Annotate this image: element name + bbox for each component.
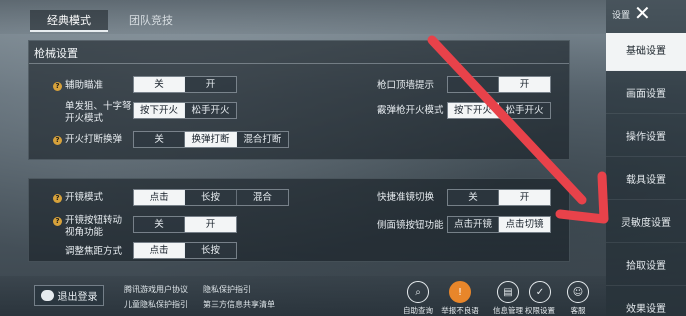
single-fire-label: 单发狙、十字弩开火模式	[65, 101, 132, 124]
info-icon[interactable]: ▤	[497, 281, 519, 303]
single-fire-press[interactable]: 按下开火	[134, 103, 186, 118]
side-scope-open[interactable]: 点击开镜	[448, 217, 500, 232]
focus-mode-tap[interactable]: 点击	[134, 243, 186, 258]
tab-classic-mode[interactable]: 经典模式	[30, 10, 108, 32]
quick-scope-toggle: 关 开	[447, 189, 551, 206]
quick-scope-label: 快捷准镜切换	[377, 192, 435, 203]
sidebar-item-sensitivity[interactable]: 灵敏度设置	[606, 205, 686, 243]
tab-team-deathmatch[interactable]: 团队竞技	[118, 10, 184, 32]
child-privacy-link[interactable]: 儿童隐私保护指引	[124, 299, 188, 310]
section-divider	[29, 63, 569, 64]
scope-mode-toggle: 点击 长按 混合	[133, 189, 289, 206]
logout-label: 退出登录	[57, 292, 98, 303]
sidebar-item-pickup[interactable]: 拾取设置	[606, 248, 686, 286]
fire-switch-reload-interrupt[interactable]: 换弹打断	[185, 132, 237, 147]
scope-mode-tap[interactable]: 点击	[134, 190, 186, 205]
scope-button-view-off[interactable]: 关	[134, 217, 186, 232]
help-icon[interactable]: ?	[53, 136, 62, 145]
shield-icon[interactable]: ✓	[529, 281, 551, 303]
fire-switch-toggle: 关 换弹打断 混合打断	[133, 131, 289, 148]
fire-switch-mixed-interrupt[interactable]: 混合打断	[237, 132, 288, 147]
fire-switch-label: 开火打断换弹	[65, 134, 123, 145]
third-party-info-link[interactable]: 第三方信息共享清单	[203, 299, 275, 310]
aim-assist-on[interactable]: 开	[185, 77, 236, 92]
scope-mode-hold[interactable]: 长按	[185, 190, 237, 205]
scope-button-view-toggle: 关 开	[133, 216, 237, 233]
shotgun-fire-press[interactable]: 按下开火	[448, 103, 500, 118]
scope-button-view-label: 开镜按钮转动视角功能	[65, 215, 123, 238]
lens-icon[interactable]: ⌕	[407, 281, 429, 303]
weapon-settings-panel: 枪械设置 ? 辅助瞄准 关 开 枪口顶墙提示 开 单发狙、十字弩开火模式 按下开…	[28, 40, 570, 160]
side-scope-label: 侧面镜按钮功能	[377, 220, 444, 231]
warning-icon[interactable]: !	[449, 281, 471, 303]
help-icon[interactable]: ?	[53, 194, 62, 203]
customer-service-label: 客服	[570, 306, 586, 315]
self-service-label: 自助查询	[403, 306, 433, 315]
sidebar-item-vehicle[interactable]: 载具设置	[606, 162, 686, 200]
headset-icon[interactable]: ☺	[567, 281, 589, 303]
focus-mode-hold[interactable]: 长按	[185, 243, 236, 258]
scope-mode-label: 开镜模式	[65, 192, 104, 203]
shotgun-fire-label: 霰弹枪开火模式	[377, 105, 444, 116]
help-icon[interactable]: ?	[53, 217, 62, 226]
shotgun-fire-release[interactable]: 松手开火	[499, 103, 550, 118]
privacy-guide-link[interactable]: 隐私保护指引	[203, 284, 251, 295]
sidebar-item-effects[interactable]: 效果设置	[606, 291, 686, 316]
close-icon[interactable]: ✕	[634, 3, 651, 23]
muzzle-hint-off[interactable]	[448, 77, 500, 92]
help-icon[interactable]: ?	[53, 82, 62, 91]
sidebar-item-controls[interactable]: 操作设置	[606, 119, 686, 157]
sidebar-item-basic[interactable]: 基础设置	[606, 33, 686, 71]
side-scope-switch[interactable]: 点击切镜	[499, 217, 550, 232]
shotgun-fire-toggle: 按下开火 松手开火	[447, 102, 551, 119]
scope-button-view-on[interactable]: 开	[185, 217, 236, 232]
quick-scope-on[interactable]: 开	[499, 190, 550, 205]
aim-assist-off[interactable]: 关	[134, 77, 186, 92]
side-scope-toggle: 点击开镜 点击切镜	[447, 216, 551, 233]
report-voice-label: 举报不良语音	[441, 306, 479, 315]
quick-scope-off[interactable]: 关	[448, 190, 500, 205]
muzzle-hint-label: 枪口顶墙提示	[377, 80, 435, 91]
settings-title: 设置	[612, 11, 631, 21]
aim-assist-label: 辅助瞄准	[65, 80, 104, 91]
muzzle-hint-toggle: 开	[447, 76, 551, 93]
single-fire-release[interactable]: 松手开火	[185, 103, 236, 118]
logout-button[interactable]: 退出登录	[34, 285, 104, 306]
user-agreement-link[interactable]: 腾讯游戏用户协议	[124, 284, 188, 295]
focus-mode-toggle: 点击 长按	[133, 242, 237, 259]
single-fire-toggle: 按下开火 松手开火	[133, 102, 237, 119]
focus-mode-label: 调整焦距方式	[65, 246, 123, 257]
section-title: 枪械设置	[34, 47, 78, 60]
wechat-icon	[40, 290, 54, 301]
fire-switch-off[interactable]: 关	[134, 132, 186, 147]
muzzle-hint-on[interactable]: 开	[499, 77, 550, 92]
scope-settings-panel: ? 开镜模式 点击 长按 混合 快捷准镜切换 关 开 ? 开镜按钮转动视角功能 …	[28, 178, 570, 262]
aim-assist-toggle: 关 开	[133, 76, 237, 93]
scope-mode-mixed[interactable]: 混合	[237, 190, 288, 205]
sidebar-item-graphics[interactable]: 画面设置	[606, 76, 686, 114]
